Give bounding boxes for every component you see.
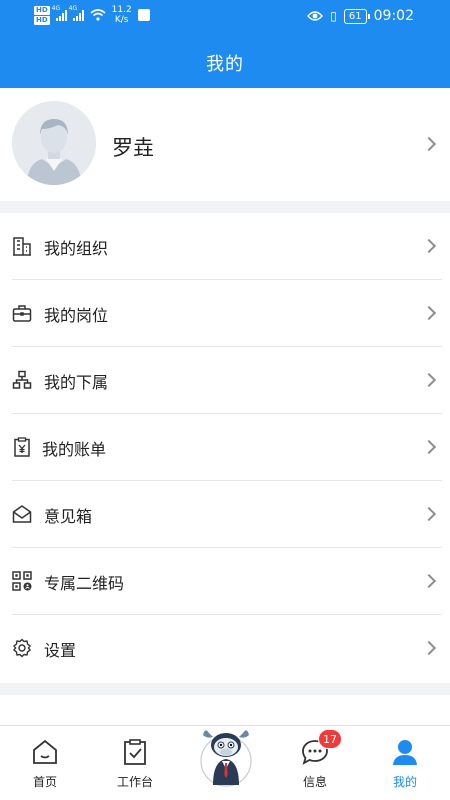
envelope-icon <box>12 505 32 523</box>
bill-icon <box>14 437 30 457</box>
briefcase-icon <box>12 305 32 322</box>
wifi-icon <box>90 9 106 21</box>
tab-mine[interactable]: 我的 <box>360 726 450 800</box>
network-speed: 11.2 K/s <box>112 5 132 25</box>
menu-item-label: 意见箱 <box>44 507 93 526</box>
building-icon <box>13 237 31 256</box>
gear-icon <box>13 638 31 658</box>
battery-indicator: 61 <box>343 8 370 24</box>
menu-item-bills[interactable]: 我的账单 <box>0 414 450 481</box>
tab-label: 我的 <box>392 775 417 789</box>
menu-item-settings[interactable]: 设置 <box>0 615 450 682</box>
spacer-panel <box>0 695 450 725</box>
home-icon <box>33 739 57 764</box>
network-speed-unit: K/s <box>114 15 129 25</box>
tab-workbench[interactable]: 工作台 <box>90 726 180 800</box>
tab-messages[interactable]: 信息 <box>270 726 360 800</box>
status-bar: HD HD 4G 4G 11.2 K/s ▯ 61 09:02 <box>0 0 450 34</box>
signal-icon: 4G <box>69 5 84 21</box>
default-avatar-icon <box>12 101 96 185</box>
menu-item-label: 我的账单 <box>42 440 107 459</box>
clock: 09:02 <box>373 8 414 24</box>
profile-card[interactable]: 罗垚 <box>0 88 450 201</box>
eye-icon <box>307 11 324 21</box>
chevron-right-icon <box>421 439 437 455</box>
menu-item-label: 我的下属 <box>44 373 109 392</box>
menu-item-label: 我的岗位 <box>44 306 109 325</box>
chevron-right-icon <box>421 506 437 522</box>
chevron-right-icon[interactable] <box>421 136 437 152</box>
menu-item-label: 设置 <box>44 641 77 660</box>
qr-code-icon <box>12 571 32 591</box>
menu-item-organization[interactable]: 我的组织 <box>0 213 450 280</box>
tab-label: 信息 <box>302 775 327 789</box>
menu-item-suggestion-box[interactable]: 意见箱 <box>0 481 450 548</box>
hd-indicator: HD HD <box>34 5 50 25</box>
top-bar: HD HD 4G 4G 11.2 K/s ▯ 61 09:02 我的 <box>0 0 450 88</box>
mascot-icon <box>200 730 252 787</box>
org-chart-icon <box>12 370 32 389</box>
chevron-right-icon <box>421 372 437 388</box>
tab-label: 首页 <box>32 775 57 789</box>
tab-mascot[interactable] <box>199 725 253 787</box>
menu-list: 我的组织 我的岗位 我的下属 我的账单 意见箱 专属二维码 设置 <box>0 213 450 683</box>
network-speed-value: 11.2 <box>111 5 132 15</box>
chevron-right-icon <box>421 305 437 321</box>
menu-item-position[interactable]: 我的岗位 <box>0 280 450 347</box>
chevron-right-icon <box>421 640 437 656</box>
menu-item-subordinates[interactable]: 我的下属 <box>0 347 450 414</box>
tab-home[interactable]: 首页 <box>0 726 90 800</box>
user-name: 罗垚 <box>112 136 154 160</box>
menu-item-label: 专属二维码 <box>44 574 125 593</box>
signal-icon: 4G <box>52 5 67 21</box>
person-icon <box>393 740 417 765</box>
menu-item-qr-code[interactable]: 专属二维码 <box>0 548 450 615</box>
tab-label: 工作台 <box>116 775 153 789</box>
clipboard-icon <box>124 739 146 765</box>
page-title: 我的 <box>206 54 244 75</box>
vibrate-icon: ▯ <box>330 9 337 23</box>
shield-icon <box>137 9 150 21</box>
message-count-badge: 17 <box>318 729 342 749</box>
avatar[interactable] <box>12 101 96 185</box>
chevron-right-icon <box>421 238 437 254</box>
chevron-right-icon <box>421 573 437 589</box>
menu-item-label: 我的组织 <box>44 239 109 258</box>
